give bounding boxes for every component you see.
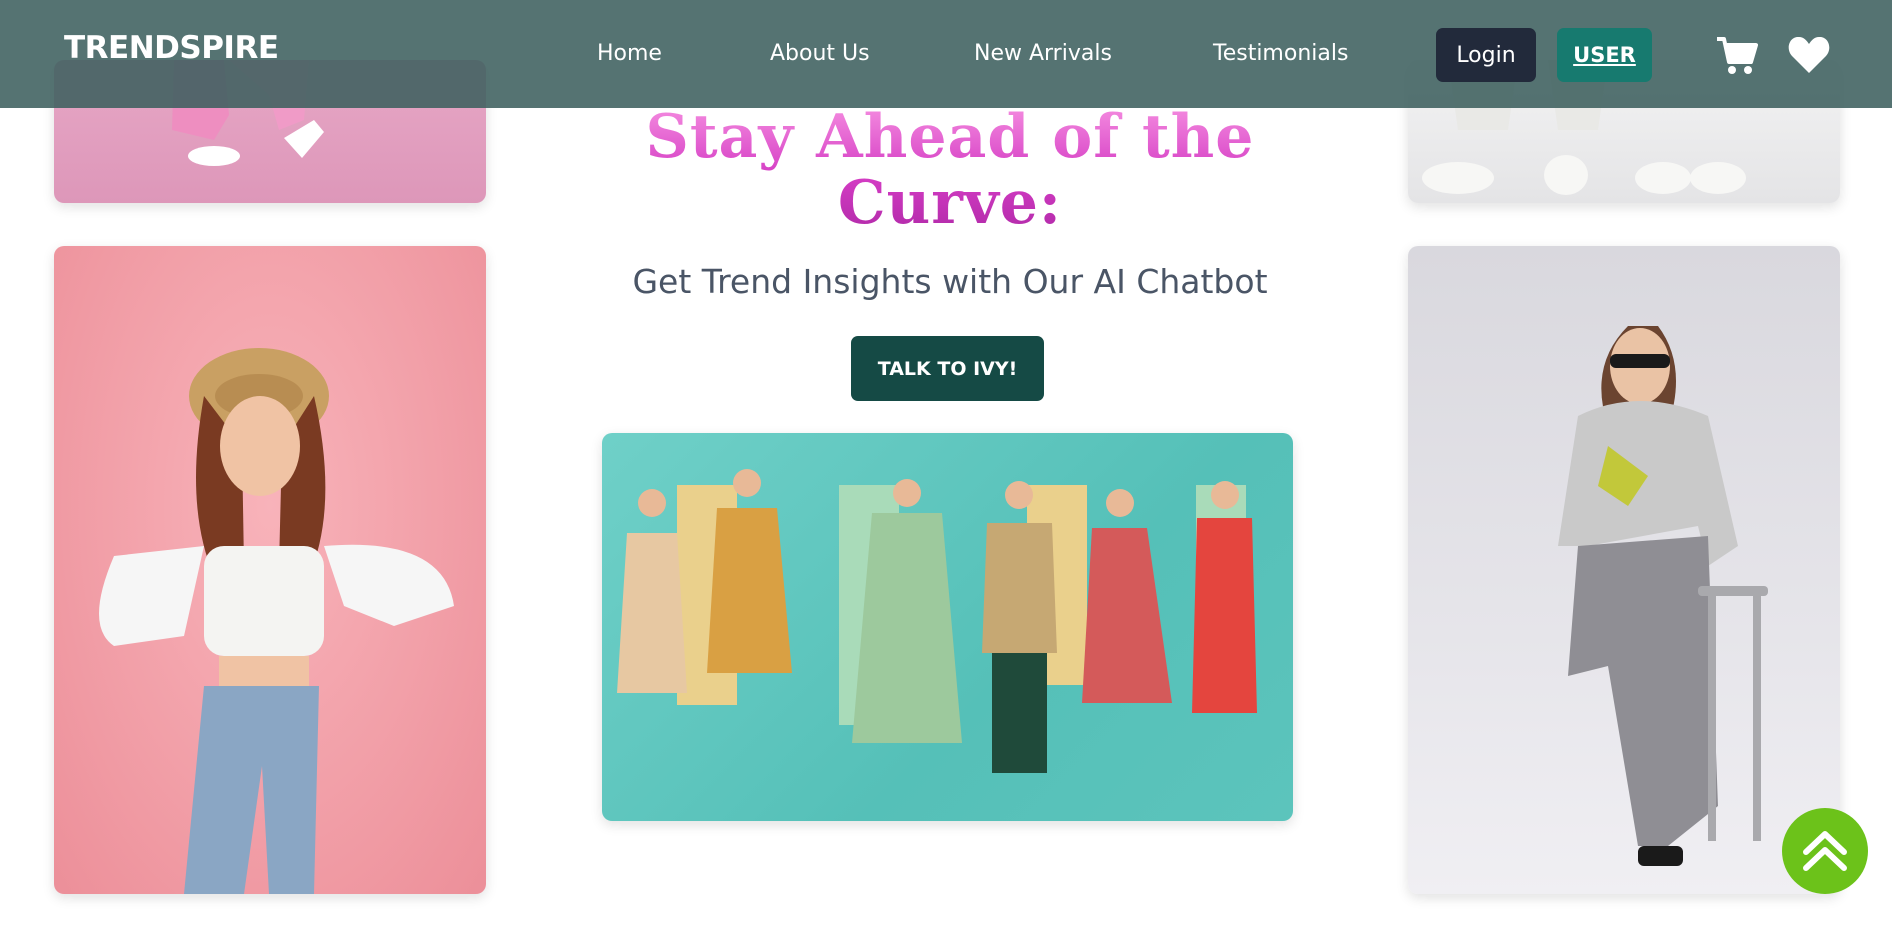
login-button[interactable]: Login [1436,28,1536,82]
hero-subheadline: Get Trend Insights with Our AI Chatbot [632,262,1268,301]
fashion-image-woman-hat [54,246,486,894]
nav-link-testimonials[interactable]: Testimonials [1213,41,1348,66]
nav-link-about-us[interactable]: About Us [770,41,870,66]
user-button[interactable]: USER [1557,28,1652,82]
fashion-image-woman-stool [1408,246,1840,894]
double-chevron-up-icon [1803,831,1847,871]
fashion-group-image [602,433,1293,821]
talk-to-ivy-button[interactable]: TALK TO IVY! [851,336,1044,401]
scroll-to-top-button[interactable] [1782,808,1868,894]
brand-logo[interactable]: TRENDSPIRE [64,30,279,66]
nav-link-home[interactable]: Home [597,41,662,66]
top-navigation-bar: TRENDSPIRE Home About Us New Arrivals Te… [0,0,1892,108]
cart-icon[interactable] [1716,36,1758,76]
nav-link-new-arrivals[interactable]: New Arrivals [974,41,1112,66]
hero-headline: Stay Ahead of the Curve: [560,104,1340,236]
heart-icon[interactable] [1788,36,1830,74]
